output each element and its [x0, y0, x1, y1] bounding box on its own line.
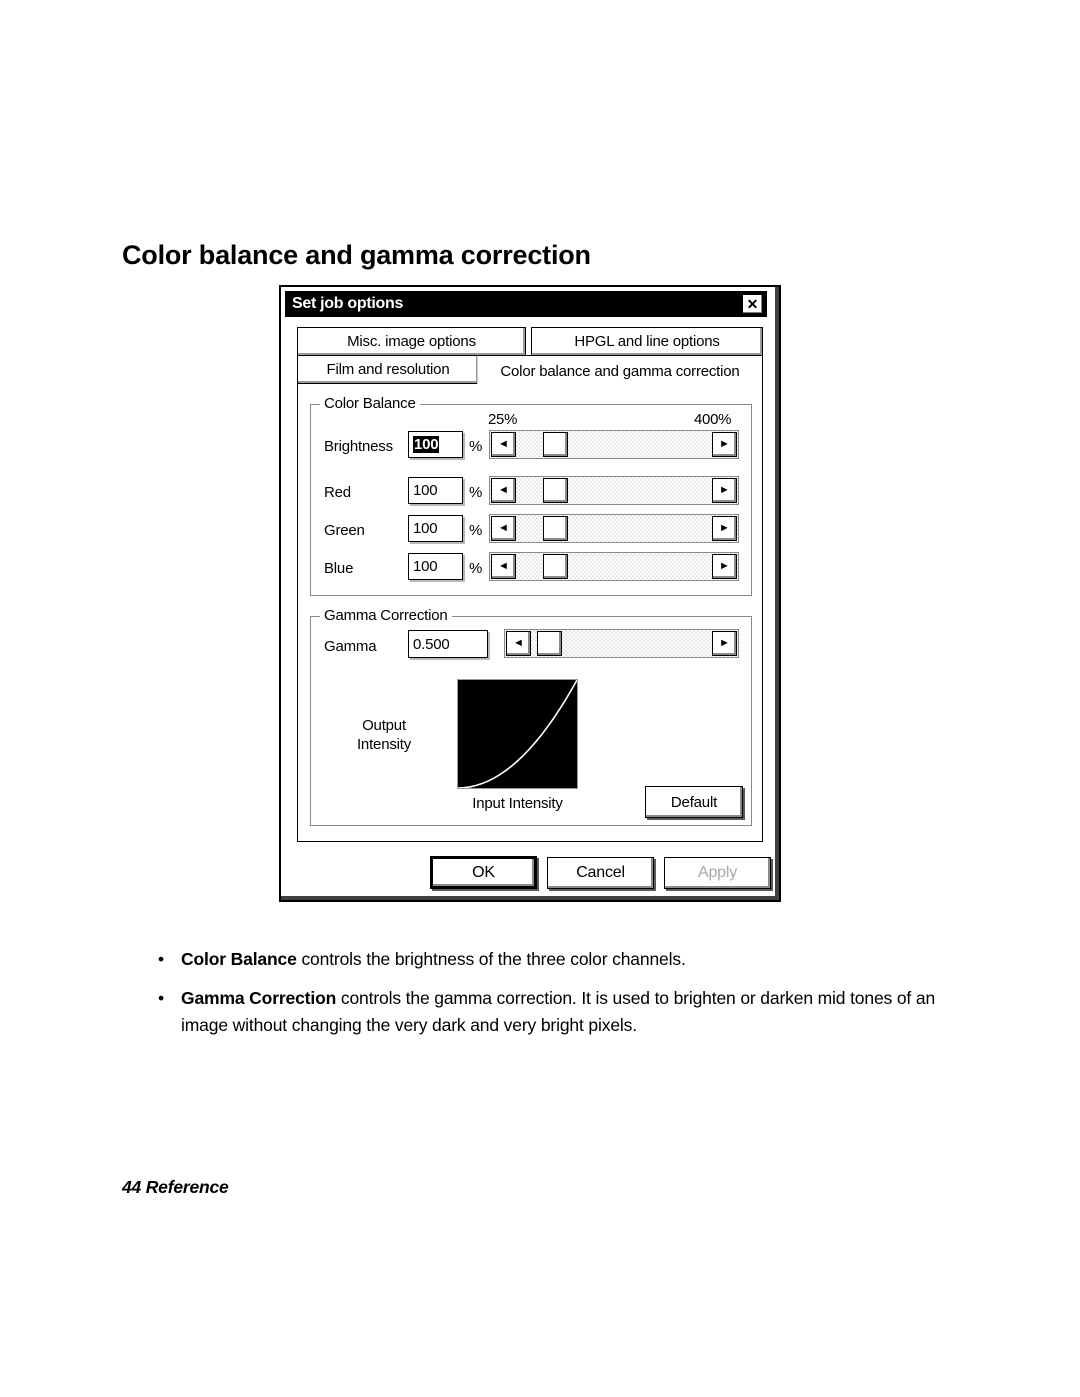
tab-label: HPGL and line options [574, 333, 720, 350]
apply-button: Apply [664, 857, 771, 889]
blue-value: 100 [413, 558, 438, 575]
red-slider-thumb[interactable] [543, 478, 568, 503]
red-input[interactable]: 100 [408, 477, 463, 504]
blue-unit: % [469, 560, 483, 577]
scroll-right-arrow-icon[interactable]: ► [712, 631, 737, 656]
blue-slider-thumb[interactable] [543, 554, 568, 579]
scroll-right-arrow-icon[interactable]: ► [712, 432, 737, 457]
brightness-label: Brightness [324, 438, 393, 455]
scroll-left-arrow-icon[interactable]: ◄ [491, 554, 516, 579]
red-unit: % [469, 484, 483, 501]
gamma-correction-group: Gamma Correction Gamma 0.500 ◄ ► Output … [310, 607, 752, 826]
scroll-right-arrow-icon[interactable]: ► [712, 516, 737, 541]
brightness-unit: % [469, 438, 483, 455]
color-balance-group: Color Balance 25% 400% Brightness 100 % … [310, 395, 752, 596]
scroll-left-arrow-icon[interactable]: ◄ [491, 432, 516, 457]
tab-label: Misc. image options [347, 333, 476, 350]
y-axis-line-2: Intensity [356, 735, 412, 753]
dialog-title: Set job options [292, 295, 404, 312]
tab-content-panel: Color Balance 25% 400% Brightness 100 % … [297, 384, 763, 842]
list-item: • Gamma Correction controls the gamma co… [152, 985, 942, 1039]
page-title: Color balance and gamma correction [122, 240, 591, 270]
color-balance-legend: Color Balance [320, 395, 420, 412]
cancel-button[interactable]: Cancel [547, 857, 654, 889]
blue-slider[interactable]: ◄ ► [489, 552, 739, 581]
brightness-slider-thumb[interactable] [543, 432, 568, 457]
note-text: controls the brightness of the three col… [296, 949, 686, 969]
set-job-options-dialog: Set job options ✕ Misc. image options HP… [279, 285, 781, 902]
dialog-inner-frame: Set job options ✕ Misc. image options HP… [281, 287, 779, 900]
tab-color-balance-and-gamma-correction[interactable]: Color balance and gamma correction [477, 355, 763, 386]
default-button[interactable]: Default [645, 786, 743, 818]
gamma-curve-svg [458, 680, 577, 788]
graph-x-axis-label: Input Intensity [472, 795, 563, 812]
green-label: Green [324, 522, 365, 539]
gamma-label: Gamma [324, 638, 377, 655]
brightness-slider[interactable]: ◄ ► [489, 430, 739, 459]
scroll-right-arrow-icon[interactable]: ► [712, 478, 737, 503]
blue-label: Blue [324, 560, 354, 577]
tab-label: Film and resolution [326, 361, 450, 378]
blue-input[interactable]: 100 [408, 553, 463, 580]
green-unit: % [469, 522, 483, 539]
scroll-left-arrow-icon[interactable]: ◄ [491, 478, 516, 503]
note-term: Color Balance [181, 949, 297, 969]
scroll-left-arrow-icon[interactable]: ◄ [491, 516, 516, 541]
page-footer: 44 Reference [122, 1177, 229, 1197]
range-max-label: 400% [694, 411, 732, 428]
green-input[interactable]: 100 [408, 515, 463, 542]
gamma-correction-legend: Gamma Correction [320, 607, 452, 624]
red-label: Red [324, 484, 351, 501]
gamma-input[interactable]: 0.500 [408, 630, 488, 658]
brightness-input[interactable]: 100 [408, 431, 463, 458]
tab-film-and-resolution[interactable]: Film and resolution [297, 355, 479, 384]
close-icon[interactable]: ✕ [742, 294, 763, 314]
list-item: • Color Balance controls the brightness … [152, 946, 942, 973]
green-value: 100 [413, 520, 438, 537]
note-term: Gamma Correction [181, 988, 337, 1009]
red-slider[interactable]: ◄ ► [489, 476, 739, 505]
red-value: 100 [413, 482, 438, 499]
gamma-value: 0.500 [413, 635, 450, 653]
bullet-icon: • [158, 949, 164, 969]
graph-y-axis-label: Output Intensity [329, 717, 439, 755]
tab-misc-image-options[interactable]: Misc. image options [297, 327, 526, 356]
scroll-left-arrow-icon[interactable]: ◄ [506, 631, 531, 656]
dialog-titlebar: Set job options ✕ [285, 291, 767, 317]
gamma-curve-graph [457, 679, 578, 789]
scroll-right-arrow-icon[interactable]: ► [712, 554, 737, 579]
green-slider[interactable]: ◄ ► [489, 514, 739, 543]
tab-hpgl-and-line-options[interactable]: HPGL and line options [531, 327, 763, 356]
brightness-value: 100 [413, 436, 440, 453]
ok-button[interactable]: OK [430, 856, 537, 889]
notes-list: • Color Balance controls the brightness … [152, 946, 942, 1051]
bullet-icon: • [158, 988, 164, 1009]
gamma-slider[interactable]: ◄ ► [504, 629, 739, 658]
y-axis-line-1: Output [362, 717, 406, 734]
gamma-slider-thumb[interactable] [537, 631, 562, 656]
range-min-label: 25% [488, 411, 518, 428]
green-slider-thumb[interactable] [543, 516, 568, 541]
tab-label: Color balance and gamma correction [500, 362, 740, 380]
